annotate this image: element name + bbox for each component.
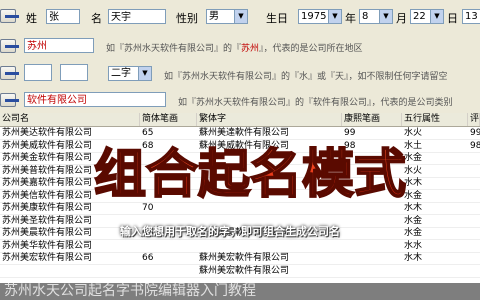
- hour-select[interactable]: 13: [462, 9, 480, 24]
- cell-score: [468, 227, 480, 239]
- day-value: 22: [413, 11, 426, 22]
- cell-wuxing: 水木: [404, 253, 423, 263]
- overlay-title: 组合起名模式: [93, 143, 407, 206]
- overlay-title-text: 组合起名模式: [94, 144, 406, 205]
- cell-trad: 蘇州美宏軟件有限公司: [199, 265, 290, 276]
- place-hint-em: 苏州: [241, 44, 260, 54]
- month-unit-label: 月: [396, 12, 407, 25]
- place-hint-suffix: 』，代表的是公司所在地区: [259, 44, 363, 54]
- cell-score: [468, 265, 480, 277]
- name-label: 名: [91, 12, 102, 25]
- chevron-down-icon: ▼: [379, 10, 392, 23]
- cell-simp: 66: [142, 253, 154, 263]
- day-select[interactable]: 22 ▼: [410, 9, 444, 24]
- place-toggle-button[interactable]: [0, 39, 19, 53]
- cell-score: [468, 165, 480, 177]
- cell-trad: 蘇州美宏軟件有限公司: [199, 253, 290, 263]
- place-hint-prefix: 如『苏州水天软件有限公司』的『: [106, 44, 242, 54]
- cell-wuxing: 水金: [404, 215, 423, 226]
- cell-score: [468, 202, 480, 214]
- col-header-name[interactable]: 公司名: [0, 113, 140, 126]
- cell-wuxing: [402, 265, 468, 277]
- gender-select[interactable]: 男 ▼: [206, 9, 248, 24]
- cell-simp: [140, 265, 197, 277]
- cell-name: 苏州美宏软件有限公司: [2, 253, 93, 263]
- col-header-simp[interactable]: 简体笔画: [140, 113, 197, 126]
- cell-kangxi: 99: [344, 128, 356, 138]
- type-hint: 如『苏州水天软件有限公司』的『软件有限公司』，代表的是公司类别: [178, 98, 453, 108]
- table-row[interactable]: 苏州美宏软件有限公司 66 蘇州美宏軟件有限公司 水木: [0, 252, 480, 265]
- cell-name: 苏州美圣软件有限公司: [2, 215, 93, 226]
- cell-name: 苏州美达软件有限公司: [2, 128, 93, 138]
- overlay-subtitle: 输入您想用于取名的字，即可组合生成公司名: [120, 225, 340, 238]
- gender-value: 男: [209, 11, 219, 22]
- col-header-trad[interactable]: 繁体字: [197, 113, 342, 126]
- table-row[interactable]: 蘇州美宏軟件有限公司: [0, 265, 480, 278]
- cell-kangxi: [342, 240, 402, 252]
- cell-simp: [140, 240, 197, 252]
- char2-input[interactable]: [60, 64, 88, 81]
- cell-name: 苏州美晨软件有限公司: [2, 228, 93, 238]
- type-toggle-button[interactable]: [0, 93, 19, 107]
- cell-kangxi: [342, 252, 402, 264]
- cell-trad: [197, 240, 342, 252]
- char-hint: 如『苏州水天软件有限公司』的『水』或『天』，如不限制任何字请留空: [164, 72, 448, 82]
- cell-score: 99: [470, 128, 480, 138]
- hour-value: 13: [465, 11, 478, 22]
- col-header-wuxing[interactable]: 五行属性: [402, 113, 468, 126]
- char1-input[interactable]: [24, 64, 52, 81]
- chevron-down-icon: ▼: [430, 10, 443, 23]
- year-select[interactable]: 1975 ▼: [298, 9, 342, 24]
- col-header-kangxi[interactable]: 康熙笔画: [342, 113, 402, 126]
- name-input[interactable]: 天宇: [108, 9, 166, 24]
- cell-kangxi: [342, 227, 402, 239]
- year-value: 1975: [301, 11, 327, 22]
- cell-kangxi: [342, 215, 402, 227]
- bottom-caption: 苏州水天公司起名字书院编辑器入门教程: [0, 283, 480, 300]
- chevron-down-icon: ▼: [234, 10, 247, 23]
- cell-kangxi: [342, 265, 402, 277]
- row-toggle-button[interactable]: [0, 9, 19, 23]
- company-type-input[interactable]: 软件有限公司: [24, 92, 166, 107]
- cell-trad: 蘇州美達軟件有限公司: [199, 128, 290, 138]
- table-row[interactable]: 苏州美达软件有限公司 65 蘇州美達軟件有限公司 99 水火 99: [0, 127, 480, 140]
- place-input[interactable]: 苏州: [24, 38, 94, 53]
- chevron-down-icon: ▼: [138, 67, 151, 80]
- place-hint: 如『苏州水天软件有限公司』的『苏州』，代表的是公司所在地区: [106, 41, 363, 54]
- cell-wuxing: 水金: [404, 228, 423, 238]
- surname-label: 姓: [26, 12, 37, 25]
- chevron-down-icon: ▼: [328, 10, 341, 23]
- table-row[interactable]: 苏州美华软件有限公司 水水: [0, 240, 480, 253]
- cell-score: [468, 177, 480, 189]
- table-header: 公司名 简体笔画 繁体字 康熙笔画 五行属性 评: [0, 113, 480, 127]
- cell-score: [468, 252, 480, 264]
- cell-name: 苏州美华软件有限公司: [2, 240, 93, 251]
- birthday-label: 生日: [266, 12, 288, 25]
- cell-score: [468, 152, 480, 164]
- col-header-score[interactable]: 评: [468, 113, 480, 126]
- char-count-select[interactable]: 二字 ▼: [108, 66, 152, 81]
- cell-wuxing: 水火: [404, 128, 423, 138]
- cell-score: [468, 240, 480, 252]
- month-select[interactable]: 8 ▼: [359, 9, 393, 24]
- surname-input[interactable]: 张: [46, 9, 80, 24]
- day-unit-label: 日: [447, 12, 458, 25]
- month-value: 8: [362, 11, 369, 22]
- cell-score: [468, 215, 480, 227]
- cell-simp: 65: [142, 128, 154, 138]
- gender-label: 性别: [176, 12, 198, 25]
- cell-score: 98: [470, 140, 480, 151]
- year-unit-label: 年: [345, 12, 356, 25]
- cell-wuxing: 水水: [404, 240, 423, 251]
- cell-score: [468, 190, 480, 202]
- cell-name: [0, 265, 140, 277]
- char-toggle-button[interactable]: [0, 66, 19, 80]
- char-count-value: 二字: [111, 68, 131, 79]
